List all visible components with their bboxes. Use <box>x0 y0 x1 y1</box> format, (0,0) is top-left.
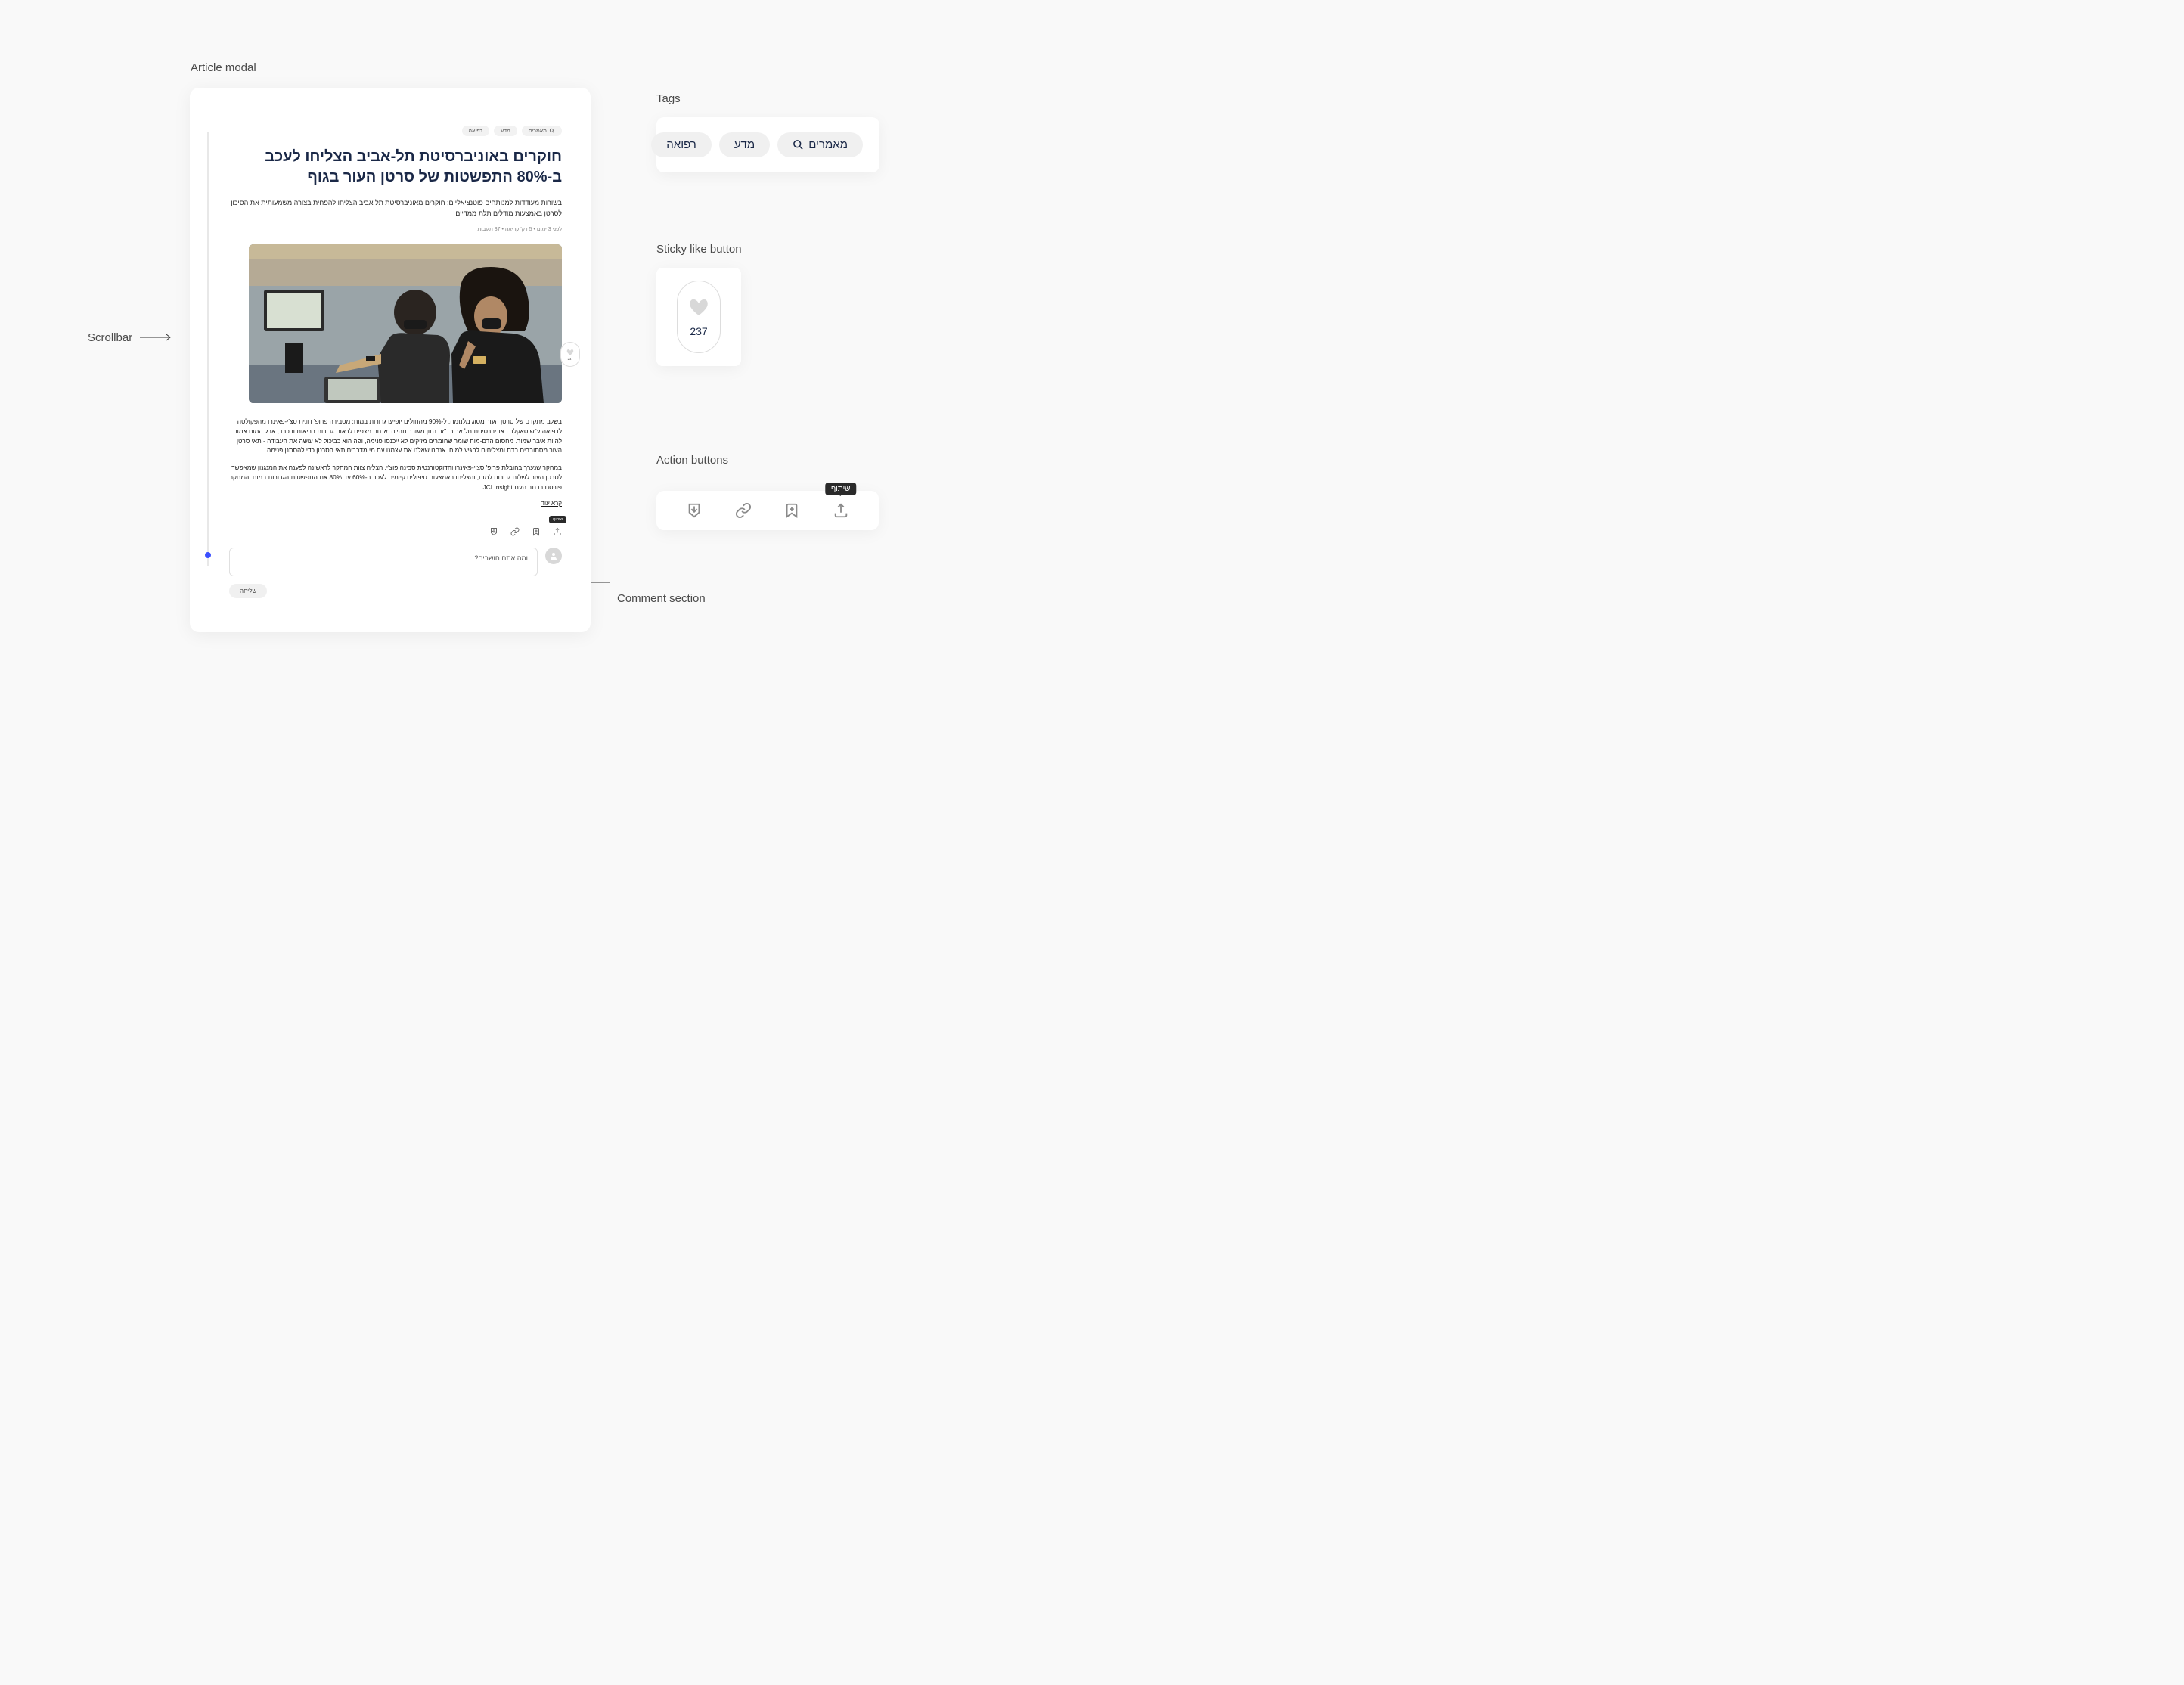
user-avatar <box>545 548 562 564</box>
link-icon <box>735 502 752 519</box>
share-tooltip: שיתוף <box>825 483 856 495</box>
tag-science[interactable]: מדע <box>494 126 517 136</box>
label-action-buttons: Action buttons <box>656 454 728 467</box>
read-more-link[interactable]: קרא עוד <box>219 500 562 507</box>
tag-articles-label: מאמרים <box>529 129 547 134</box>
article-title: חוקרים באוניברסיטת תל-אביב הצליחו לעכב ב… <box>219 147 562 188</box>
like-button[interactable]: 237 <box>677 281 721 353</box>
tags-card: רפואה מדע מאמרים <box>656 117 879 172</box>
arrow-right-icon <box>140 331 174 343</box>
link-button-sm[interactable] <box>510 526 520 535</box>
actions-card: שיתוף <box>656 491 879 530</box>
comment-section: ומה אתם חושבים? <box>219 548 562 576</box>
scrollbar-thumb[interactable] <box>205 552 211 558</box>
bookmark-button-sm[interactable] <box>532 526 541 535</box>
link-button[interactable] <box>735 502 752 519</box>
comment-input[interactable]: ומה אתם חושבים? <box>229 548 538 576</box>
tag-medicine-lg[interactable]: רפואה <box>651 132 712 157</box>
like-count-sm: 237 <box>568 357 573 361</box>
article-modal: מאמרים מדע רפואה חוקרים באוניברסיטת תל-א… <box>190 88 591 632</box>
download-button[interactable] <box>686 502 703 519</box>
upload-icon <box>833 502 849 519</box>
action-bar-sm: שיתוף <box>219 522 562 535</box>
heart-icon <box>688 297 709 316</box>
tag-medicine[interactable]: רפואה <box>462 126 489 136</box>
sticky-like-button-sm[interactable]: 237 <box>560 342 580 367</box>
label-tags: Tags <box>656 92 681 105</box>
scrollbar-track[interactable] <box>207 132 209 566</box>
label-comment-section: Comment section <box>617 592 706 605</box>
tag-science-lg[interactable]: מדע <box>719 132 770 157</box>
share-button-sm[interactable]: שיתוף <box>553 526 562 535</box>
send-button[interactable]: שליחה <box>229 584 267 598</box>
label-scrollbar: Scrollbar <box>88 331 132 344</box>
bookmark-icon <box>783 502 800 519</box>
article-body-p2: במחקר שנערך בהובלת פרופ' סצ'י-פאינרו והד… <box>219 463 562 492</box>
user-icon <box>549 551 558 560</box>
sticky-like-card: 237 <box>656 268 741 366</box>
bookmark-icon <box>532 527 541 536</box>
search-icon <box>793 139 804 151</box>
heart-icon <box>566 349 574 355</box>
download-button-sm[interactable] <box>489 526 498 535</box>
article-subtitle: בשורות מעודדות למנותחים פוטנציאליים: חוק… <box>219 198 562 219</box>
tag-articles-lg[interactable]: מאמרים <box>777 132 863 157</box>
label-article-modal: Article modal <box>191 61 256 74</box>
article-hero-image <box>249 244 562 403</box>
tag-articles-lg-label: מאמרים <box>808 138 848 151</box>
like-count: 237 <box>690 325 707 337</box>
download-icon <box>489 527 498 536</box>
share-tooltip-sm: שיתוף <box>549 516 566 523</box>
share-button[interactable]: שיתוף <box>833 502 849 519</box>
tag-articles[interactable]: מאמרים <box>522 126 562 136</box>
bookmark-button[interactable] <box>783 502 800 519</box>
article-meta: לפני 3 ימים • 5 דק' קריאה • 37 תגובות <box>219 227 562 232</box>
link-icon <box>510 527 520 536</box>
article-body-p1: בשלב מתקדם של סרטן העור מסוג מלנומה, ל-9… <box>219 417 562 455</box>
label-sticky-like: Sticky like button <box>656 243 742 256</box>
upload-icon <box>553 527 562 536</box>
article-tags-row: מאמרים מדע רפואה <box>219 126 562 136</box>
download-icon <box>686 502 703 519</box>
